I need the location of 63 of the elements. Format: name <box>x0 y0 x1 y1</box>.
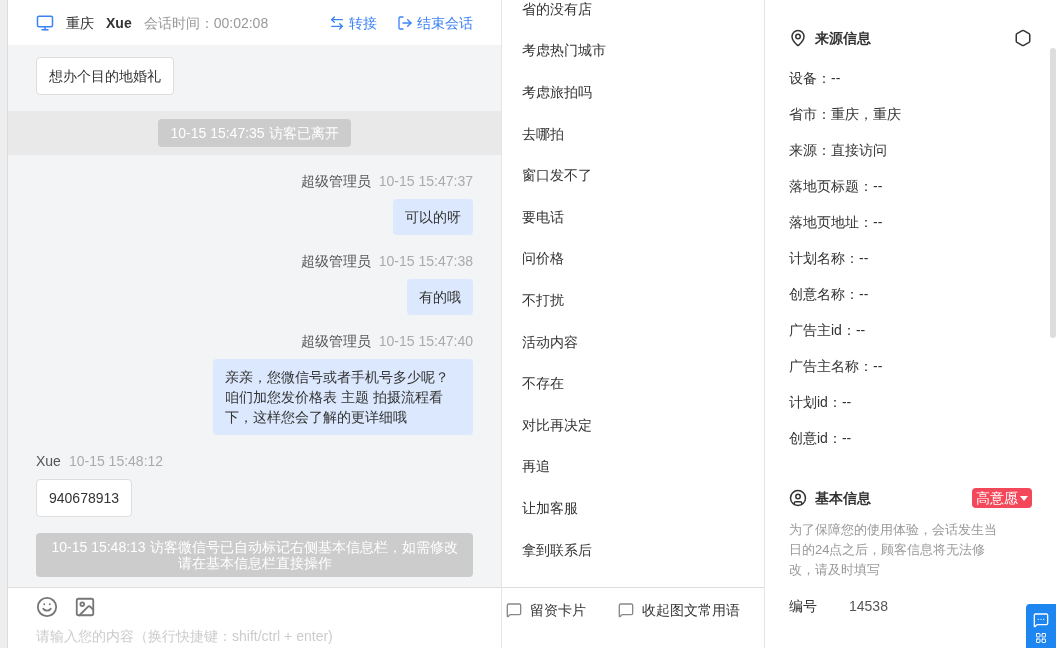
source-field: 落地页标题：-- <box>789 168 1032 204</box>
message-time: 10-15 15:47:37 <box>378 172 473 191</box>
phrase-item[interactable]: 考虑旅拍吗 <box>522 71 764 113</box>
message-time: 10-15 15:47:38 <box>378 252 473 271</box>
source-field: 创意名称：-- <box>789 276 1032 312</box>
agent-message: 可以的呀 <box>393 199 473 235</box>
image-icon[interactable] <box>74 596 96 618</box>
source-field: 计划id：-- <box>789 384 1032 420</box>
sender-name: 超级管理员 <box>300 252 371 271</box>
message-time: 10-15 15:48:12 <box>68 452 164 471</box>
phrase-item[interactable]: 考虑热门城市 <box>522 29 764 72</box>
grid-icon <box>1035 632 1047 644</box>
source-field: 设备：-- <box>789 60 1032 96</box>
message-time: 10-15 15:47:40 <box>378 332 473 351</box>
user-icon <box>789 489 807 507</box>
phrase-item[interactable]: 对比再决定 <box>522 403 764 446</box>
section-title: 基本信息 <box>815 489 871 508</box>
swap-arrows-icon <box>329 14 345 31</box>
location-pin-icon <box>789 29 807 47</box>
visitor-message: 940678913 <box>36 479 133 517</box>
source-field: 广告主id：-- <box>789 312 1032 348</box>
message-icon <box>618 602 634 618</box>
transfer-button[interactable]: 转接 <box>329 12 377 33</box>
phrase-item[interactable]: 去哪拍 <box>522 112 764 155</box>
phrase-item[interactable]: 拿到联系后 <box>522 528 764 571</box>
visitor-name: Xue <box>106 13 132 33</box>
agent-message: 有的哦 <box>407 279 473 315</box>
exit-icon <box>397 14 413 31</box>
source-field: 创意id：-- <box>789 420 1032 456</box>
monitor-icon <box>36 13 54 32</box>
message-icon <box>506 602 522 618</box>
phrase-item[interactable]: 不打扰 <box>522 279 764 321</box>
sender-name: 超级管理员 <box>300 332 371 351</box>
source-field: 来源：直接访问 <box>789 132 1032 168</box>
end-session-button[interactable]: 结束会话 <box>397 12 473 33</box>
source-field: 省市：重庆，重庆 <box>789 96 1032 132</box>
phrase-item[interactable]: 窗口发不了 <box>522 154 764 196</box>
notice-text: 为了保障您的使用体验，会话发生当日的24点之后，顾客信息将无法修改，请及时填写 <box>789 521 998 579</box>
chat-float-button[interactable] <box>1026 604 1056 648</box>
session-duration: 会话时间：00:02:08 <box>143 13 269 33</box>
emoji-icon[interactable] <box>36 596 58 618</box>
phrase-item[interactable]: 不存在 <box>522 362 764 404</box>
phrase-item[interactable]: 要电话 <box>522 195 764 238</box>
field-value: 14538 <box>849 597 888 616</box>
source-field: 计划名称：-- <box>789 240 1032 276</box>
source-field: 落地页地址：-- <box>789 204 1032 240</box>
source-field: 广告主名称：-- <box>789 348 1032 384</box>
visitor-location: 重庆 <box>66 13 94 33</box>
field-label: 编号 <box>789 597 817 616</box>
phrase-item[interactable]: 再追 <box>522 445 764 488</box>
visitor-message: 想办个目的地婚礼 <box>36 57 174 95</box>
phrase-item[interactable]: 省的没有店 <box>522 0 764 30</box>
intent-tag[interactable]: 高意愿 <box>972 488 1032 508</box>
collapse-phrases-button[interactable]: 收起图文常用语 <box>618 600 740 624</box>
sender-name: 超级管理员 <box>300 172 371 191</box>
phrase-item[interactable]: 问价格 <box>522 237 764 280</box>
agent-message: 亲亲，您微信号或者手机号多少呢？咱们加您发价格表 主题 拍摄流程看下，这样您会了解的更详细哦 <box>213 359 473 435</box>
lead-card-button[interactable]: 留资卡片 <box>506 600 586 624</box>
section-title: 来源信息 <box>815 29 871 48</box>
phrase-item[interactable]: 让加客服 <box>522 487 764 529</box>
phrase-item[interactable]: 活动内容 <box>522 320 764 363</box>
sender-name: Xue <box>36 452 61 471</box>
chat-icon <box>1033 612 1049 628</box>
